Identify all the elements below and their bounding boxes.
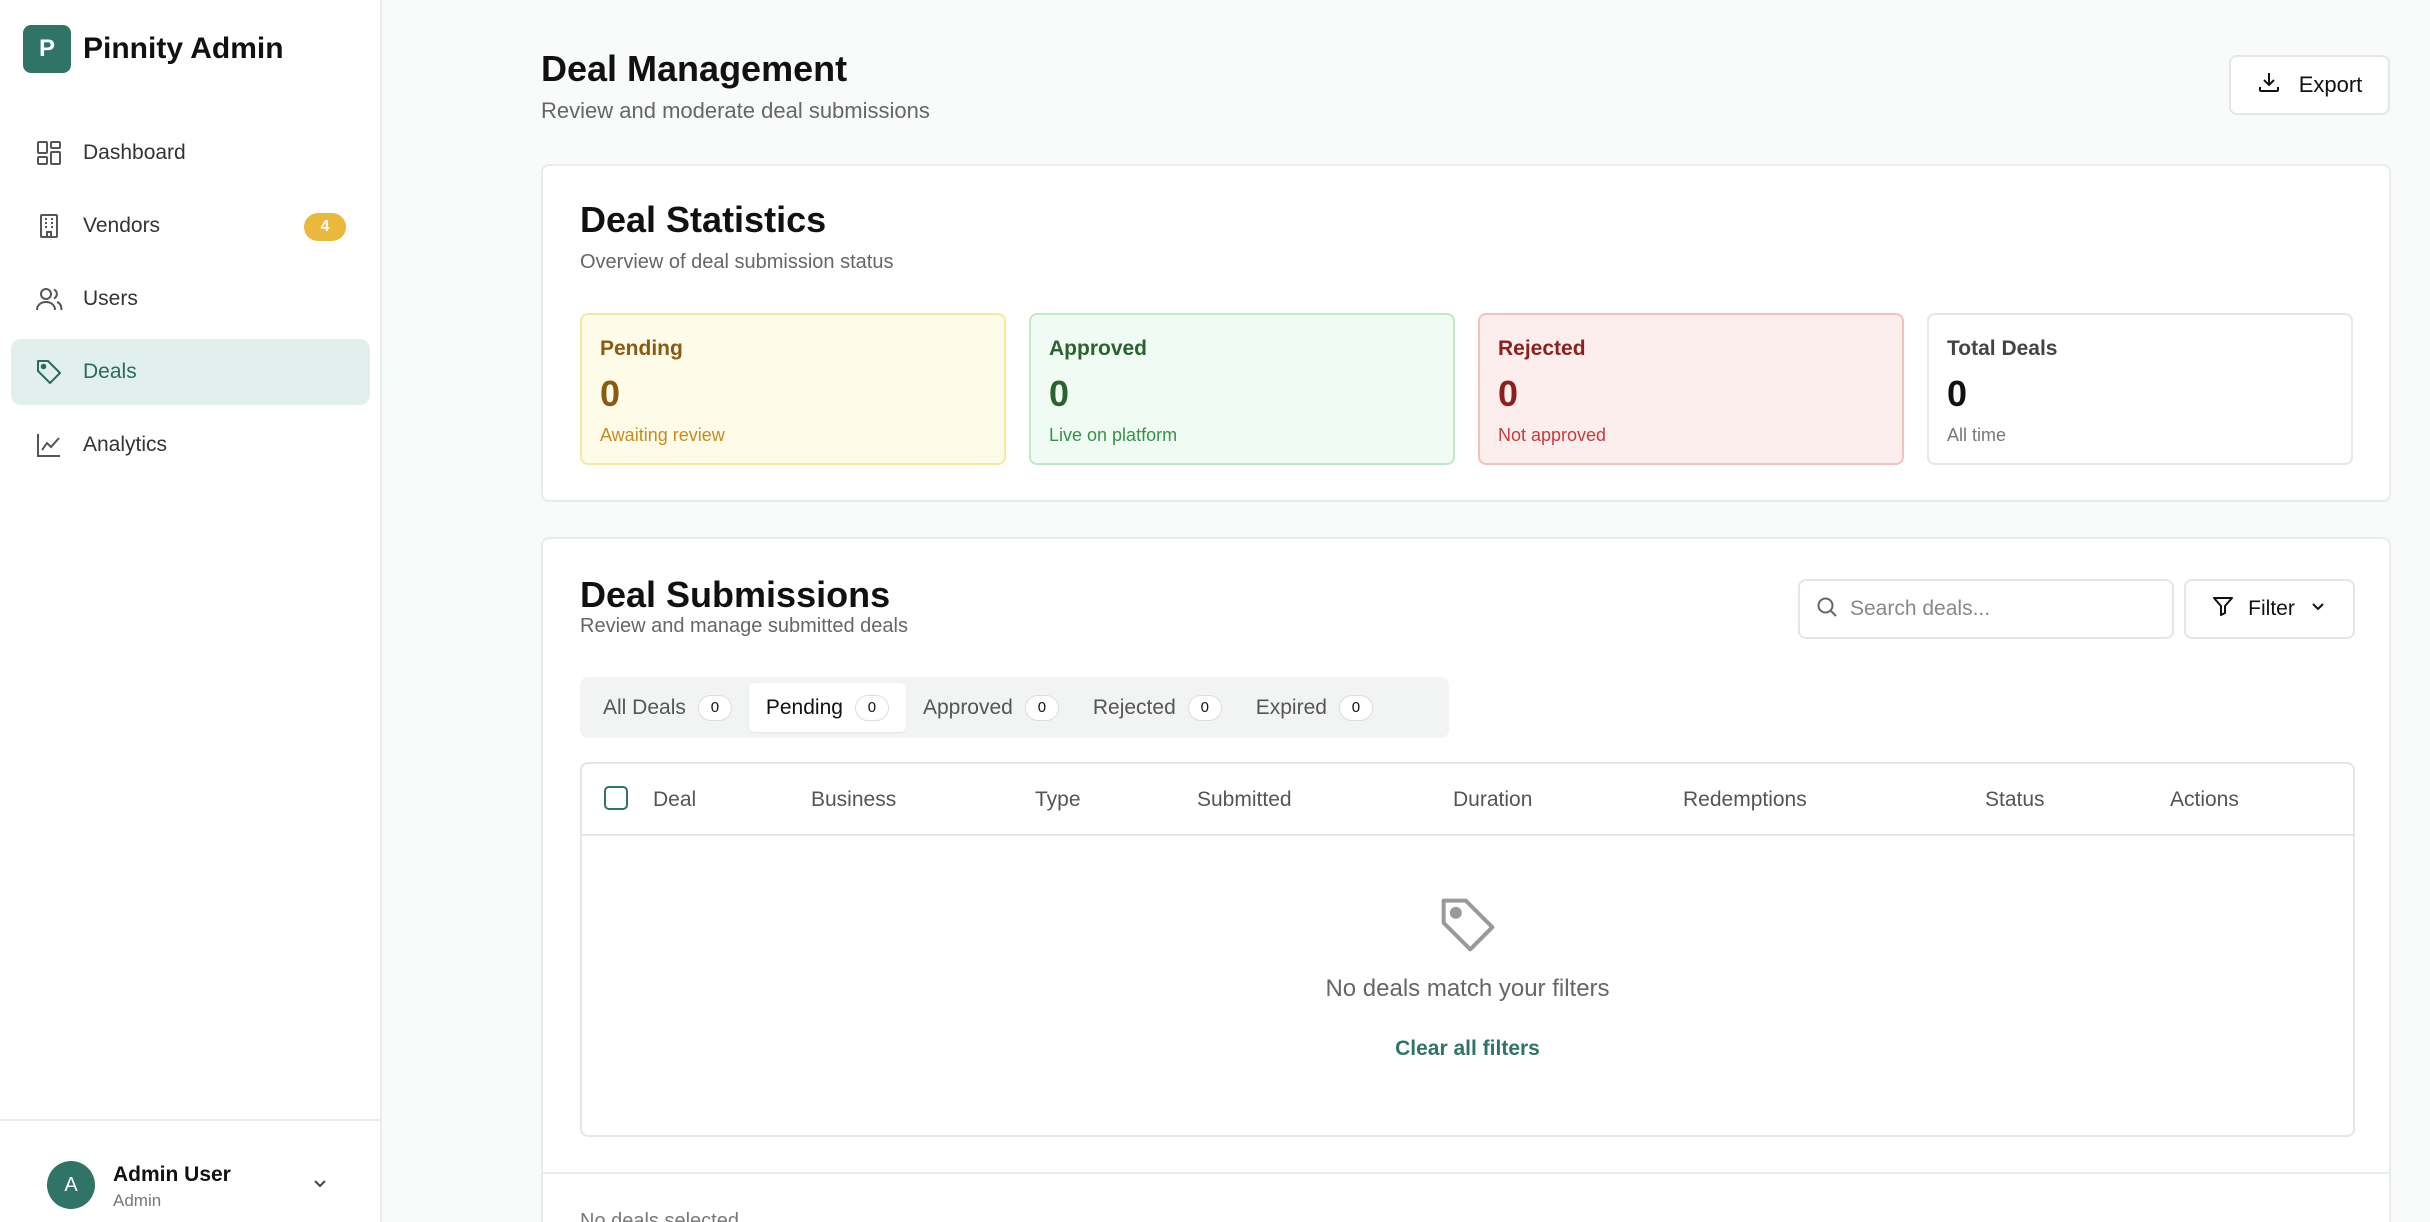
filter-icon — [2212, 595, 2234, 623]
deal-submissions-title: Deal Submissions — [580, 574, 891, 615]
selection-status: No deals selected — [580, 1210, 739, 1222]
tab-approved[interactable]: Approved 0 — [906, 683, 1076, 732]
page-subtitle: Review and moderate deal submissions — [541, 98, 930, 123]
stat-value: 0 — [1947, 373, 1968, 414]
search-input[interactable] — [1850, 597, 2150, 621]
search-icon — [1816, 596, 1838, 623]
stat-approved: Approved 0 Live on platform — [1029, 313, 1455, 465]
table-header: Deal Business Type Submitted Duration Re… — [582, 764, 2353, 836]
sidebar-item-label: Vendors — [83, 214, 161, 237]
empty-state: No deals match your filters Clear all fi… — [582, 894, 2353, 1061]
vendors-count-badge: 4 — [304, 213, 346, 241]
sidebar-item-label: Dashboard — [83, 141, 186, 164]
stat-value: 0 — [600, 373, 621, 414]
brand-name: Pinnity Admin — [83, 32, 284, 65]
sidebar-item-vendors[interactable]: Vendors 4 — [11, 193, 370, 259]
tab-label: Approved — [922, 695, 1013, 719]
status-tabs: All Deals 0 Pending 0 Approved 0 Rejecte… — [580, 677, 1449, 738]
dashboard-icon — [35, 139, 63, 167]
tab-count: 0 — [697, 694, 732, 721]
export-label: Export — [2298, 72, 2363, 97]
filter-button[interactable]: Filter — [2184, 579, 2355, 639]
deal-statistics-title: Deal Statistics — [580, 199, 827, 240]
sidebar-nav: Dashboard Vendors 4 Users Deals Analytic… — [11, 120, 370, 485]
sidebar-item-label: Users — [83, 287, 138, 310]
stat-rejected: Rejected 0 Not approved — [1478, 313, 1904, 465]
column-header-submitted[interactable]: Submitted — [1197, 788, 1292, 812]
sidebar: P Pinnity Admin Dashboard Vendors 4 User… — [0, 0, 382, 1222]
deal-statistics-subtitle: Overview of deal submission status — [580, 251, 894, 273]
deal-submissions-card: Deal Submissions Review and manage submi… — [541, 537, 2391, 1222]
tab-label: All Deals — [603, 695, 686, 719]
stat-label: Total Deals — [1947, 337, 2058, 360]
page-title: Deal Management — [541, 48, 848, 89]
chart-line-icon — [35, 431, 63, 459]
stat-note: Awaiting review — [600, 425, 725, 445]
column-header-status[interactable]: Status — [1985, 788, 2045, 812]
select-all-checkbox[interactable] — [604, 786, 628, 810]
stat-note: Live on platform — [1049, 425, 1178, 445]
tag-icon — [35, 358, 63, 386]
deal-statistics-card: Deal Statistics Overview of deal submiss… — [541, 164, 2391, 502]
column-header-business[interactable]: Business — [811, 788, 896, 812]
tab-label: Expired — [1255, 695, 1327, 719]
users-icon — [35, 285, 63, 313]
brand-logo: P — [23, 25, 71, 73]
brand[interactable]: P Pinnity Admin — [23, 25, 284, 73]
tab-all-deals[interactable]: All Deals 0 — [586, 683, 749, 732]
tab-count: 0 — [1338, 694, 1373, 721]
stat-value: 0 — [1049, 373, 1070, 414]
column-header-duration[interactable]: Duration — [1453, 788, 1532, 812]
stat-value: 0 — [1498, 373, 1519, 414]
stat-total-deals: Total Deals 0 All time — [1927, 313, 2353, 465]
building-icon — [35, 212, 63, 240]
column-header-redemptions[interactable]: Redemptions — [1683, 788, 1807, 812]
sidebar-item-dashboard[interactable]: Dashboard — [11, 120, 370, 186]
chevron-down-icon — [2309, 597, 2327, 621]
tag-icon — [1437, 894, 1499, 961]
sidebar-item-label: Analytics — [83, 433, 168, 456]
sidebar-item-users[interactable]: Users — [11, 266, 370, 332]
deal-submissions-subtitle: Review and manage submitted deals — [580, 615, 908, 637]
stat-label: Approved — [1049, 337, 1148, 360]
column-header-actions: Actions — [2170, 788, 2239, 811]
stat-pending: Pending 0 Awaiting review — [580, 313, 1006, 465]
stat-note: Not approved — [1498, 425, 1607, 445]
tab-label: Rejected — [1092, 695, 1176, 719]
stat-note: All time — [1947, 425, 2007, 445]
download-icon — [2257, 70, 2281, 100]
tab-expired[interactable]: Expired 0 — [1239, 683, 1390, 732]
stat-label: Rejected — [1498, 337, 1586, 360]
selection-footer: No deals selected — [543, 1172, 2389, 1222]
chevron-down-icon[interactable] — [310, 1173, 330, 1198]
tab-label: Pending — [765, 695, 843, 719]
sidebar-item-deals[interactable]: Deals — [11, 339, 370, 405]
tab-count: 0 — [1024, 694, 1059, 721]
tab-count: 0 — [854, 694, 889, 721]
tab-rejected[interactable]: Rejected 0 — [1076, 683, 1239, 732]
user-name: Admin User — [113, 1163, 231, 1186]
empty-state-message: No deals match your filters — [1325, 975, 1610, 1002]
export-button[interactable]: Export — [2229, 55, 2390, 115]
search-box[interactable] — [1798, 579, 2174, 639]
sidebar-item-label: Deals — [83, 360, 137, 383]
sidebar-item-analytics[interactable]: Analytics — [11, 412, 370, 478]
user-menu[interactable]: A Admin User Admin — [0, 1119, 380, 1222]
stat-label: Pending — [600, 337, 683, 360]
user-role: Admin — [113, 1191, 162, 1210]
column-header-deal[interactable]: Deal — [653, 788, 696, 812]
column-header-type[interactable]: Type — [1035, 788, 1081, 812]
deals-table: Deal Business Type Submitted Duration Re… — [580, 762, 2355, 1137]
clear-all-filters-link[interactable]: Clear all filters — [582, 1037, 2353, 1061]
filter-label: Filter — [2248, 597, 2295, 620]
tab-count: 0 — [1187, 694, 1222, 721]
tab-pending[interactable]: Pending 0 — [748, 683, 906, 732]
avatar: A — [47, 1161, 95, 1209]
